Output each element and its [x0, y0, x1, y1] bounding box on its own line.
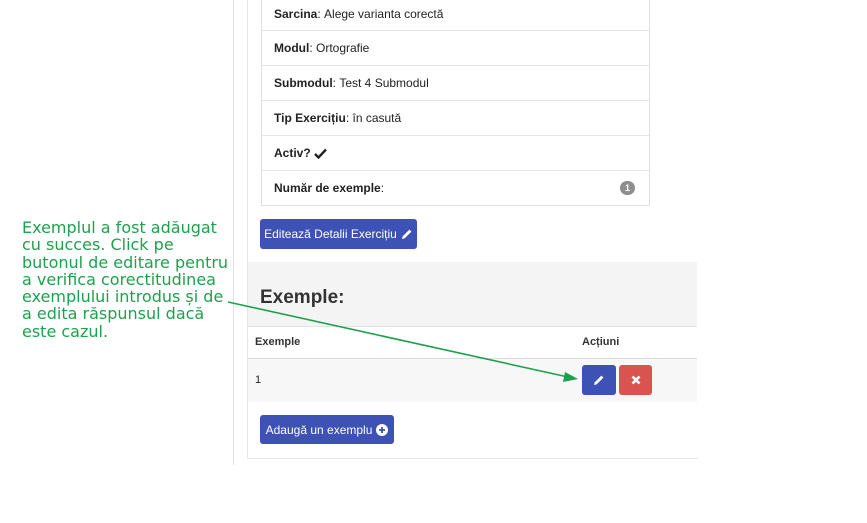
detail-label: Activ?	[274, 146, 311, 160]
detail-label: Tip Exercițiu	[274, 111, 346, 125]
close-icon	[631, 375, 641, 385]
detail-value: Test 4 Submodul	[339, 76, 429, 90]
detail-label: Număr de exemple	[274, 181, 381, 195]
detail-value: Ortografie	[316, 41, 370, 55]
detail-row-tip-exercitiu: Tip Exercițiu: în casută	[262, 100, 649, 135]
detail-value: în casută	[352, 111, 402, 125]
detail-label: Modul	[274, 41, 310, 55]
detail-label: Submodul	[274, 76, 333, 90]
check-icon	[314, 148, 327, 159]
exercise-details-list: Sarcina: Alege varianta corectă Modul: O…	[261, 0, 650, 206]
edit-details-button[interactable]: Editează Detalii Exercițiu	[260, 219, 417, 249]
page-divider	[233, 0, 234, 465]
add-example-button[interactable]: Adaugă un exemplu	[260, 415, 394, 444]
pencil-icon	[593, 374, 605, 386]
detail-row-modul: Modul: Ortografie	[262, 30, 649, 65]
detail-label: Sarcina	[274, 7, 318, 21]
edit-example-button[interactable]	[582, 365, 616, 395]
delete-example-button[interactable]	[619, 365, 652, 395]
column-header-exemple: Exemple	[255, 336, 301, 348]
examples-count-badge: 1	[620, 181, 635, 195]
examples-table-header: Exemple Acțiuni	[248, 326, 697, 360]
detail-row-submodul: Submodul: Test 4 Submodul	[262, 65, 649, 100]
plus-circle-icon	[376, 423, 389, 436]
pencil-icon	[401, 228, 413, 240]
add-example-label: Adaugă un exemplu	[265, 422, 373, 437]
detail-value: Alege varianta corectă	[324, 7, 444, 21]
column-header-actiuni: Acțiuni	[582, 336, 620, 348]
example-number: 1	[255, 374, 262, 386]
detail-row-activ: Activ?	[262, 135, 649, 170]
detail-row-sarcina: Sarcina: Alege varianta corectă	[274, 7, 444, 21]
examples-title: Exemple:	[260, 287, 345, 308]
tutorial-annotation: Exemplul a fost adăugat cu succes. Click…	[22, 218, 229, 341]
detail-row-numar-exemple: Număr de exemple: 1	[262, 170, 649, 205]
edit-details-label: Editează Detalii Exercițiu	[264, 227, 397, 241]
